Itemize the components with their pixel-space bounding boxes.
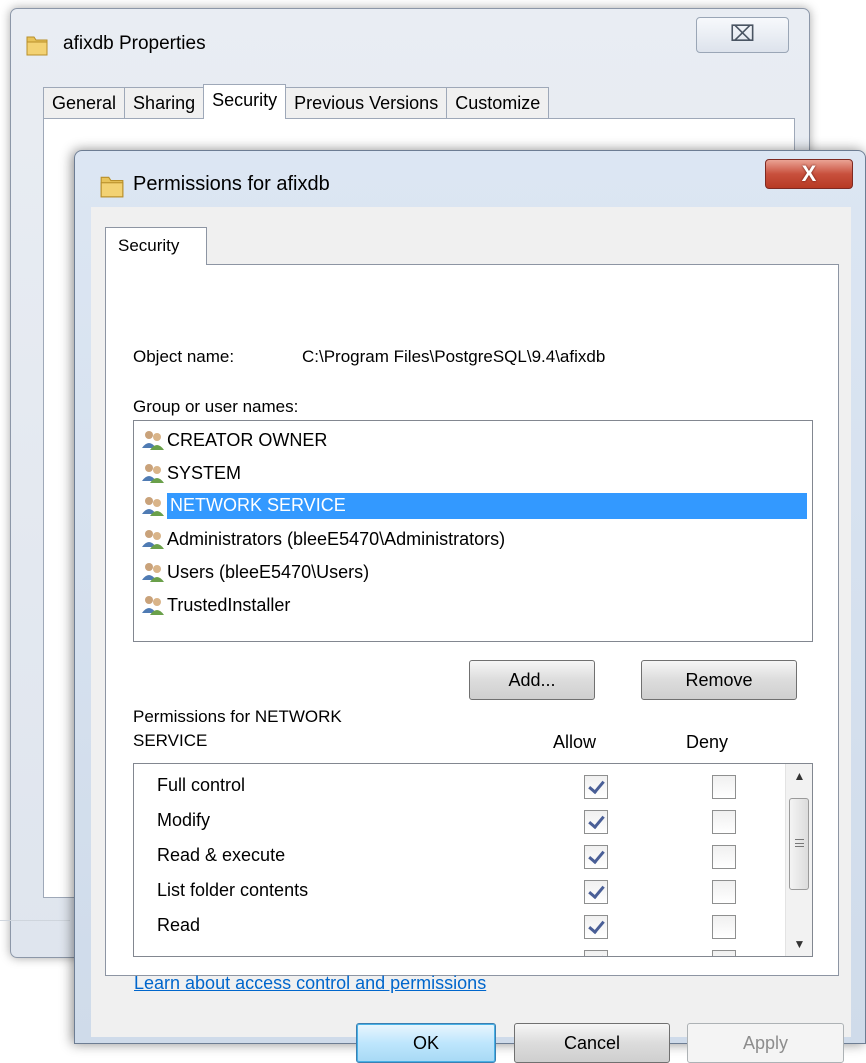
permission-row-read: Read [134,909,784,944]
object-name-label: Object name: [133,347,235,366]
user-name: Administrators (bleeE5470\Administrators… [167,528,506,549]
deny-checkbox[interactable] [712,845,736,869]
security-panel: Object name: C:\Program Files\PostgreSQL… [105,264,839,976]
apply-button[interactable]: Apply [687,1023,844,1063]
user-group-icon [142,563,164,582]
cancel-button[interactable]: Cancel [514,1023,670,1063]
deny-checkbox[interactable] [712,775,736,799]
permissions-for-label-line2: SERVICE [133,731,208,750]
user-name: Users (bleeE5470\Users) [167,561,370,582]
permission-row-modify: Modify [134,804,784,839]
user-item-network-service[interactable]: NETWORK SERVICE [141,492,807,520]
allow-column-header: Allow [553,732,597,752]
add-button[interactable]: Add... [469,660,595,700]
remove-button[interactable]: Remove [641,660,797,700]
scroll-up-arrow-icon[interactable]: ▲ [786,764,812,788]
permissions-for-label: Permissions for NETWORK [133,707,342,726]
object-name-value: C:\Program Files\PostgreSQL\9.4\afixdb [302,347,606,366]
properties-window-title: afixdb Properties [63,33,206,54]
permission-row-list-folder-contents: List folder contents [134,874,784,909]
user-item-system[interactable]: SYSTEM [141,459,241,487]
grip-icon [795,839,804,847]
allow-checkbox[interactable] [584,950,608,956]
deny-column-header: Deny [686,732,729,752]
scroll-down-arrow-icon[interactable]: ▼ [786,932,812,956]
permissions-scrollbar[interactable]: ▲ ▼ [785,764,812,956]
user-item-administrators[interactable]: Administrators (bleeE5470\Administrators… [141,525,505,553]
allow-checkbox[interactable] [584,775,608,799]
user-group-icon [142,497,164,516]
dialog-client-area: Security Object name: C:\Program Files\P… [91,207,851,1063]
user-name: SYSTEM [167,462,242,483]
tab-customize[interactable]: Customize [446,87,550,119]
allow-checkbox[interactable] [584,880,608,904]
divider [0,920,70,921]
permission-row-partial [134,944,784,956]
scroll-thumb[interactable] [789,798,809,890]
deny-checkbox[interactable] [712,880,736,904]
user-group-icon [142,464,164,483]
tab-security[interactable]: Security [105,227,207,265]
user-item-creator-owner[interactable]: CREATOR OWNER [141,426,327,454]
permission-name: Read [157,915,201,935]
deny-checkbox[interactable] [712,915,736,939]
user-name: TrustedInstaller [167,594,291,615]
properties-tab-strip: General Sharing Security Previous Versio… [43,84,550,119]
group-user-names-label: Group or user names: [133,397,299,416]
permission-name: List folder contents [157,880,309,900]
tab-previous-versions[interactable]: Previous Versions [285,87,448,119]
user-item-trustedinstaller[interactable]: TrustedInstaller [141,591,290,619]
user-item-users[interactable]: Users (bleeE5470\Users) [141,558,369,586]
user-group-icon [142,431,164,450]
deny-checkbox[interactable] [712,950,736,956]
user-group-icon [142,530,164,549]
deny-checkbox[interactable] [712,810,736,834]
allow-checkbox[interactable] [584,915,608,939]
user-name: NETWORK SERVICE [167,493,807,519]
ok-button[interactable]: OK [356,1023,496,1063]
user-name: CREATOR OWNER [167,429,328,450]
user-group-icon [142,596,164,615]
permissions-window-title: Permissions for afixdb [133,173,330,195]
close-button[interactable]: X [765,159,853,189]
allow-checkbox[interactable] [584,810,608,834]
folder-icon [26,36,48,56]
properties-close-button[interactable]: ⌧ [696,17,789,53]
permissions-list[interactable]: Full control Modify Read & execute List … [133,763,813,957]
permission-row-full-control: Full control [134,769,784,804]
tab-sharing[interactable]: Sharing [124,87,205,119]
tab-security[interactable]: Security [203,84,287,119]
user-list[interactable]: CREATOR OWNER SYSTEM NETWORK SERVICE Adm… [133,420,813,642]
permission-name: Modify [157,810,211,830]
learn-about-access-control-link[interactable]: Learn about access control and permissio… [134,973,486,994]
allow-checkbox[interactable] [584,845,608,869]
folder-icon [100,176,124,198]
permissions-window: Permissions for afixdb X Security Object… [74,150,866,1063]
permission-name: Read & execute [157,845,286,865]
tab-general[interactable]: General [43,87,126,119]
permission-name: Full control [157,775,246,795]
permission-row-read-execute: Read & execute [134,839,784,874]
